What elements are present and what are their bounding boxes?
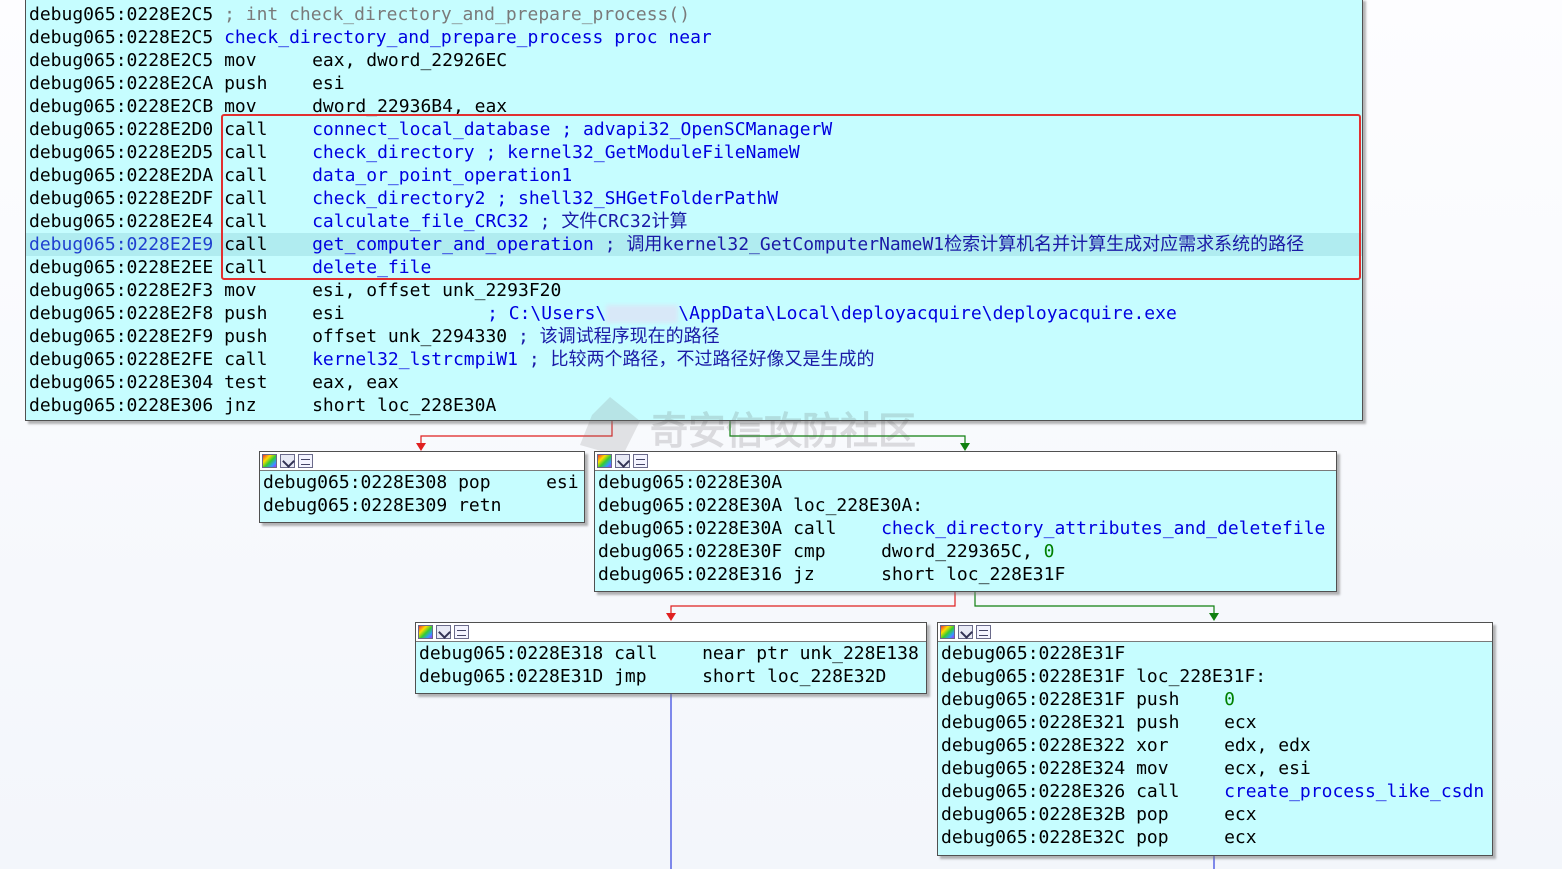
asm-line[interactable]: debug065:0228E2DF call check_directory2 ;… <box>26 187 1362 210</box>
asm-line[interactable]: debug065:0228E31F <box>938 642 1492 665</box>
node-collapse-icon[interactable] <box>298 454 313 468</box>
edge-main-to-30a <box>729 421 966 446</box>
asm-line[interactable]: debug065:0228E31F loc_228E31F: <box>938 665 1492 688</box>
node-color-icon[interactable] <box>940 625 955 639</box>
asm-line[interactable]: debug065:0228E2D0 call connect_local_data… <box>26 118 1362 141</box>
asm-line[interactable]: debug065:0228E2D5 call check_directory ; … <box>26 141 1362 164</box>
edge-30a-to-31f <box>974 592 1215 616</box>
asm-line[interactable]: debug065:0228E318 call near ptr unk_228E1… <box>416 642 926 665</box>
edge-arrow <box>666 613 676 621</box>
edge-30a-to-318 <box>670 592 956 616</box>
edge-arrow <box>960 443 970 451</box>
asm-line[interactable]: debug065:0228E2CB mov dword_22936B4, eax <box>26 95 1362 118</box>
main-code-block[interactable]: debug065:0228E2C5 ; int check_directory_… <box>25 0 1363 421</box>
asm-line[interactable]: debug065:0228E2F9 push offset unk_2294330… <box>26 325 1362 348</box>
node-header <box>416 623 926 642</box>
asm-line[interactable]: debug065:0228E2E4 call calculate_file_CRC… <box>26 210 1362 233</box>
edge-arrow <box>416 443 426 451</box>
asm-line[interactable]: debug065:0228E2C5 check_directory_and_pr… <box>26 26 1362 49</box>
asm-line[interactable]: debug065:0228E30A call check_directory_at… <box>595 517 1336 540</box>
asm-line[interactable]: debug065:0228E326 call create_process_lik… <box>938 780 1492 803</box>
edge-main-to-pop <box>420 421 613 446</box>
asm-line[interactable]: debug065:0228E304 test eax, eax <box>26 371 1362 394</box>
asm-line-selected[interactable]: debug065:0228E2E9 call get_computer_and_o… <box>26 233 1362 256</box>
code-block-228E318[interactable]: debug065:0228E318 call near ptr unk_228E1… <box>415 622 927 694</box>
node-collapse-icon[interactable] <box>976 625 991 639</box>
node-header <box>260 452 584 471</box>
asm-line[interactable]: debug065:0228E32B pop ecx <box>938 803 1492 826</box>
asm-line[interactable]: debug065:0228E2CA push esi <box>26 72 1362 95</box>
asm-line[interactable]: debug065:0228E2DA call data_or_point_oper… <box>26 164 1362 187</box>
asm-line[interactable]: debug065:0228E308 pop esi <box>260 471 584 494</box>
node-header <box>938 623 1492 642</box>
asm-line[interactable]: debug065:0228E30F cmp dword_229365C, 0 <box>595 540 1336 563</box>
asm-line[interactable]: debug065:0228E322 xor edx, edx <box>938 734 1492 757</box>
asm-line[interactable]: debug065:0228E32C pop ecx <box>938 826 1492 849</box>
asm-line[interactable]: debug065:0228E2F3 mov esi, offset unk_229… <box>26 279 1362 302</box>
asm-line[interactable]: debug065:0228E2EE call delete_file <box>26 256 1362 279</box>
node-color-icon[interactable] <box>597 454 612 468</box>
node-color-icon[interactable] <box>418 625 433 639</box>
node-collapse-icon[interactable] <box>633 454 648 468</box>
code-block-pop-retn[interactable]: debug065:0228E308 pop esi debug065:0228E3… <box>259 451 585 523</box>
asm-line[interactable]: debug065:0228E316 jz short loc_228E31F <box>595 563 1336 586</box>
node-color-icon[interactable] <box>262 454 277 468</box>
code-block-loc-228E30A[interactable]: debug065:0228E30A debug065:0228E30A loc_… <box>594 451 1337 592</box>
redacted-username <box>606 305 679 323</box>
code-block-loc-228E31F[interactable]: debug065:0228E31F debug065:0228E31F loc_… <box>937 622 1493 856</box>
asm-line[interactable]: debug065:0228E31D jmp short loc_228E32D <box>416 665 926 688</box>
asm-line[interactable]: debug065:0228E306 jnz short loc_228E30A <box>26 394 1362 417</box>
node-header <box>595 452 1336 471</box>
asm-line[interactable]: debug065:0228E2FE call kernel32_lstrcmpiW… <box>26 348 1362 371</box>
asm-line[interactable]: debug065:0228E30A <box>595 471 1336 494</box>
asm-line[interactable]: debug065:0228E30A loc_228E30A: <box>595 494 1336 517</box>
node-rename-icon[interactable] <box>958 625 973 639</box>
asm-line[interactable]: debug065:0228E2F8 push esi; C:\Users\ \App… <box>26 302 1362 325</box>
asm-line[interactable]: debug065:0228E309 retn <box>260 494 584 517</box>
asm-line[interactable]: debug065:0228E31F push 0 <box>938 688 1492 711</box>
node-rename-icon[interactable] <box>280 454 295 468</box>
asm-line[interactable]: debug065:0228E2C5 mov eax, dword_22926EC <box>26 49 1362 72</box>
edge-arrow <box>1209 613 1219 621</box>
asm-line[interactable]: debug065:0228E321 push ecx <box>938 711 1492 734</box>
asm-line[interactable]: debug065:0228E324 mov ecx, esi <box>938 757 1492 780</box>
asm-line[interactable]: debug065:0228E2C5 ; int check_directory_… <box>26 3 1362 26</box>
node-rename-icon[interactable] <box>436 625 451 639</box>
node-rename-icon[interactable] <box>615 454 630 468</box>
node-collapse-icon[interactable] <box>454 625 469 639</box>
